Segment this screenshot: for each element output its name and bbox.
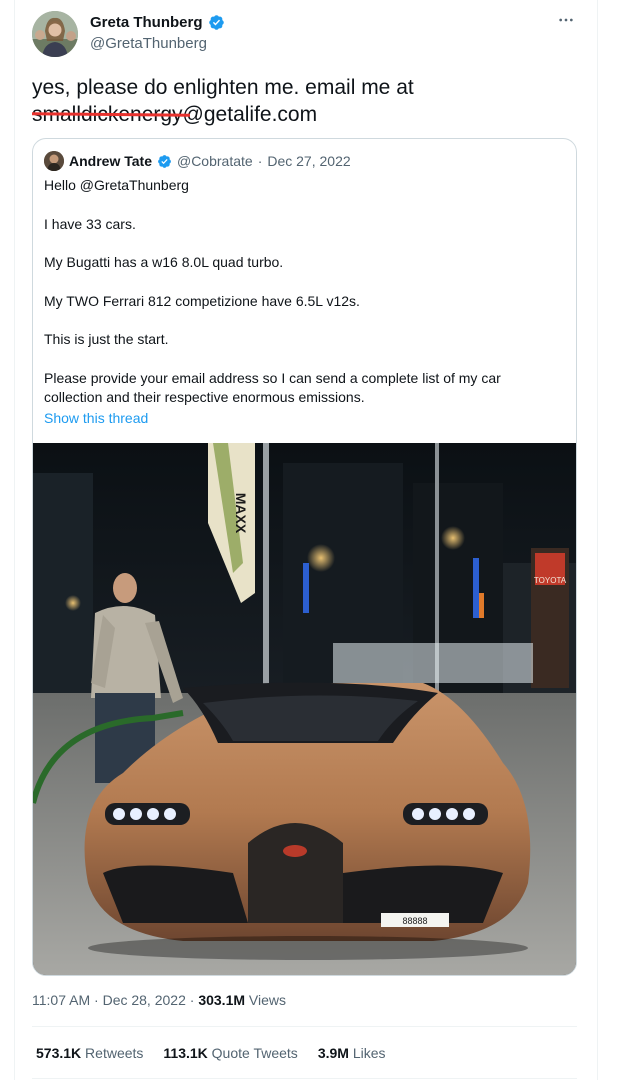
- headlight-right: [403, 803, 488, 825]
- author-name-row: Greta Thunberg: [90, 14, 225, 31]
- quoted-line: My TWO Ferrari 812 competizione have 6.5…: [44, 292, 360, 309]
- author-display-name[interactable]: Greta Thunberg: [90, 14, 203, 31]
- plate-text: 88888: [402, 916, 427, 926]
- timestamp-dot: ·: [94, 992, 99, 1008]
- quoted-tweet-photo[interactable]: TOYOTA MAXX 88888: [33, 443, 576, 975]
- quotes-count: 113.1K: [163, 1045, 208, 1061]
- divider: [32, 1026, 577, 1027]
- quoted-dot-separator: ·: [257, 153, 263, 169]
- verified-badge-icon: [208, 15, 224, 30]
- engagement-stats: 573.1K Retweets 113.1K Quote Tweets 3.9M…: [36, 1045, 386, 1061]
- tweet-text: yes, please do enlighten me. email me at…: [32, 74, 572, 128]
- quote-tweets-stat[interactable]: 113.1K Quote Tweets: [163, 1045, 297, 1061]
- author-handle[interactable]: @GretaThunberg: [90, 35, 207, 52]
- tweet-text-line: yes, please do enlighten me. email me at: [32, 76, 414, 99]
- retweets-label: Retweets: [85, 1045, 144, 1061]
- likes-stat[interactable]: 3.9M Likes: [318, 1045, 386, 1061]
- quoted-line: Please provide your email address so I c…: [44, 369, 501, 406]
- quotes-label: Quote Tweets: [211, 1045, 298, 1061]
- timestamp-row: 11:07 AM · Dec 28, 2022 · 303.1M Views: [32, 992, 286, 1008]
- more-options-icon[interactable]: [558, 12, 574, 33]
- retweets-stat[interactable]: 573.1K Retweets: [36, 1045, 143, 1061]
- likes-count: 3.9M: [317, 1045, 349, 1061]
- timestamp-dot: ·: [189, 992, 195, 1008]
- dealer-sign-text: TOYOTA: [534, 576, 567, 585]
- author-avatar[interactable]: [32, 11, 78, 57]
- show-thread-link[interactable]: Show this thread: [44, 410, 148, 426]
- tweet-time[interactable]: 11:07 AM: [32, 992, 90, 1008]
- quoted-line: This is just the start.: [44, 331, 169, 347]
- quoted-handle: @Cobratate: [176, 153, 253, 169]
- quoted-tweet-header: Andrew Tate @Cobratate · Dec 27, 2022: [44, 151, 351, 171]
- quoted-line: Hello @GretaThunberg: [44, 177, 189, 193]
- quoted-avatar-photo: [44, 151, 64, 171]
- avatar-photo: [32, 11, 78, 57]
- divider: [32, 1078, 577, 1079]
- quoted-line: I have 33 cars.: [44, 215, 136, 232]
- quoted-date: Dec 27, 2022: [267, 153, 351, 169]
- retweets-count: 573.1K: [36, 1045, 82, 1061]
- quoted-author-avatar: [44, 151, 64, 171]
- views-count: 303.1M: [198, 992, 246, 1008]
- quoted-display-name: Andrew Tate: [69, 153, 152, 169]
- tweet-date[interactable]: Dec 28, 2022: [103, 992, 186, 1008]
- likes-label: Likes: [352, 1045, 386, 1061]
- quoted-line: My Bugatti has a w16 8.0L quad turbo.: [44, 254, 284, 270]
- quoted-tweet-card[interactable]: Andrew Tate @Cobratate · Dec 27, 2022 He…: [32, 138, 577, 976]
- views-label: Views: [248, 992, 287, 1008]
- quoted-tweet-body: Hello @GretaThunberg I have 33 cars. My …: [44, 176, 559, 408]
- banner-text: MAXX: [233, 493, 249, 534]
- quoted-verified-badge-icon: [158, 154, 171, 168]
- car-photo: TOYOTA MAXX 88888: [33, 443, 576, 975]
- headlight-left: [105, 803, 190, 825]
- more-horizontal-icon: [559, 18, 573, 22]
